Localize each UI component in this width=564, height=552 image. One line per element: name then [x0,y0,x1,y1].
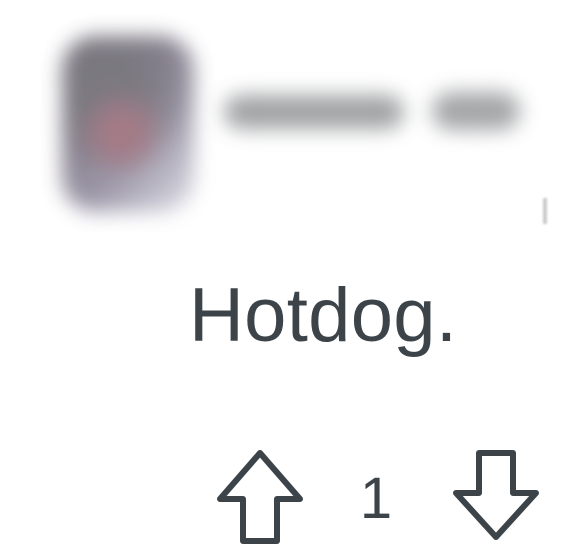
divider [543,198,547,224]
redacted-comment-header [0,0,564,232]
arrow-down-icon [450,445,542,545]
vote-controls: 1 [214,445,540,545]
vote-score: 1 [359,466,393,531]
arrow-up-icon [214,445,306,545]
avatar [62,36,194,212]
downvote-button[interactable] [450,445,542,545]
redacted-meta [432,92,520,130]
upvote-button[interactable] [214,445,306,545]
redacted-username [224,95,404,129]
comment-text: Hotdog. [189,273,458,358]
